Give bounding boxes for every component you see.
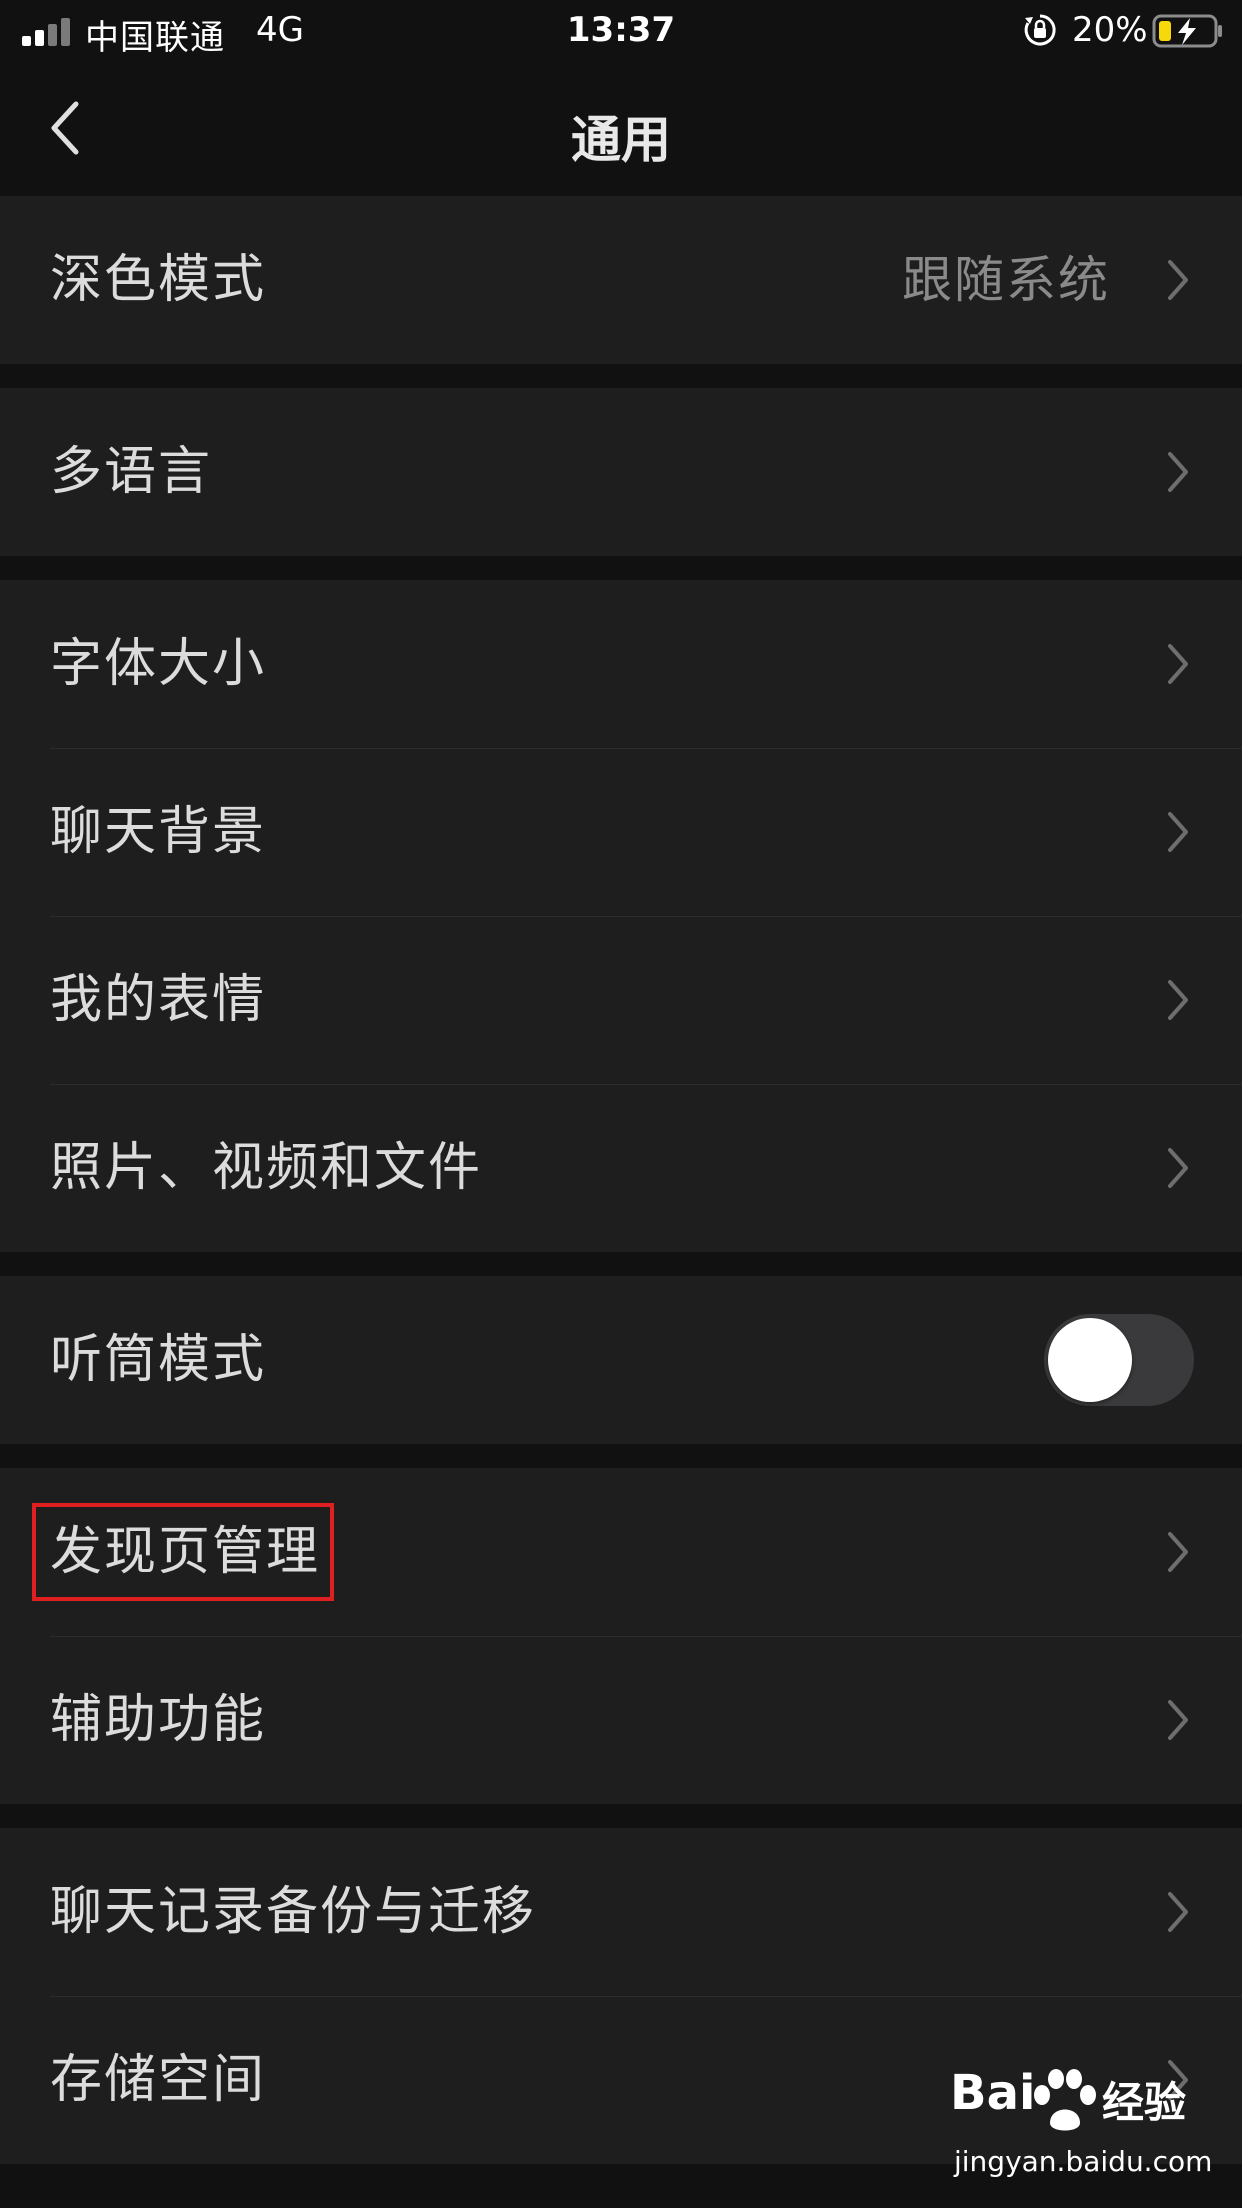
chevron-right-icon	[1168, 1532, 1188, 1572]
settings-group-appearance: 深色模式 跟随系统	[0, 196, 1242, 364]
setting-row-accessibility[interactable]: 辅助功能	[0, 1636, 1242, 1804]
setting-row-media-files[interactable]: 照片、视频和文件	[0, 1084, 1242, 1252]
setting-row-font-size[interactable]: 字体大小	[0, 580, 1242, 748]
settings-group-language: 多语言	[0, 388, 1242, 556]
setting-label: 聊天记录备份与迁移	[50, 1882, 537, 1942]
navigation-bar: 通用	[0, 62, 1242, 194]
setting-row-my-stickers[interactable]: 我的表情	[0, 916, 1242, 1084]
setting-label: 发现页管理	[50, 1522, 321, 1582]
setting-label: 聊天背景	[50, 802, 267, 862]
chevron-right-icon	[1168, 644, 1188, 684]
chevron-right-icon	[1168, 452, 1188, 492]
paw-logo-icon	[1034, 2069, 1096, 2131]
chevron-right-icon	[1168, 1700, 1188, 1740]
setting-label: 深色模式	[50, 250, 267, 310]
watermark-logo-text: Bai	[950, 2065, 1036, 2121]
setting-label: 存储空间	[50, 2050, 267, 2110]
earpiece-mode-toggle[interactable]	[1044, 1314, 1194, 1406]
setting-value: 跟随系统	[902, 251, 1110, 309]
watermark-url: jingyan.baidu.com	[954, 2145, 1213, 2178]
setting-row-chat-background[interactable]: 聊天背景	[0, 748, 1242, 916]
setting-label: 我的表情	[50, 970, 267, 1030]
setting-row-dark-mode[interactable]: 深色模式 跟随系统	[0, 196, 1242, 364]
setting-row-language[interactable]: 多语言	[0, 388, 1242, 556]
status-bar: 中国联通 4G 13:37 20%	[0, 0, 1242, 62]
setting-label: 字体大小	[50, 634, 267, 694]
chevron-right-icon	[1168, 980, 1188, 1020]
baidu-jingyan-watermark: Bai 经验 jingyan.baidu.com	[950, 2065, 1220, 2195]
setting-row-discover-management[interactable]: 发现页管理	[0, 1468, 1242, 1636]
setting-row-chat-backup[interactable]: 聊天记录备份与迁移	[0, 1828, 1242, 1996]
battery-charging-icon	[1152, 14, 1222, 48]
setting-label: 辅助功能	[50, 1690, 267, 1750]
settings-group-earpiece: 听筒模式	[0, 1276, 1242, 1444]
chevron-right-icon	[1168, 812, 1188, 852]
watermark-logo-cn: 经验	[1102, 2078, 1187, 2127]
rotation-lock-icon	[1024, 14, 1056, 46]
setting-label: 多语言	[50, 442, 213, 502]
chevron-right-icon	[1168, 1892, 1188, 1932]
setting-label: 照片、视频和文件	[50, 1138, 483, 1198]
battery-percentage: 20%	[1072, 10, 1148, 50]
setting-label: 听筒模式	[50, 1330, 267, 1390]
chevron-right-icon	[1168, 1148, 1188, 1188]
toggle-knob	[1048, 1318, 1132, 1402]
chevron-right-icon	[1168, 260, 1188, 300]
settings-group-chat: 字体大小 聊天背景 我的表情 照片、视频和文件	[0, 580, 1242, 1252]
settings-group-features: 发现页管理 辅助功能	[0, 1468, 1242, 1804]
setting-row-earpiece-mode: 听筒模式	[0, 1276, 1242, 1444]
page-title: 通用	[571, 111, 671, 169]
